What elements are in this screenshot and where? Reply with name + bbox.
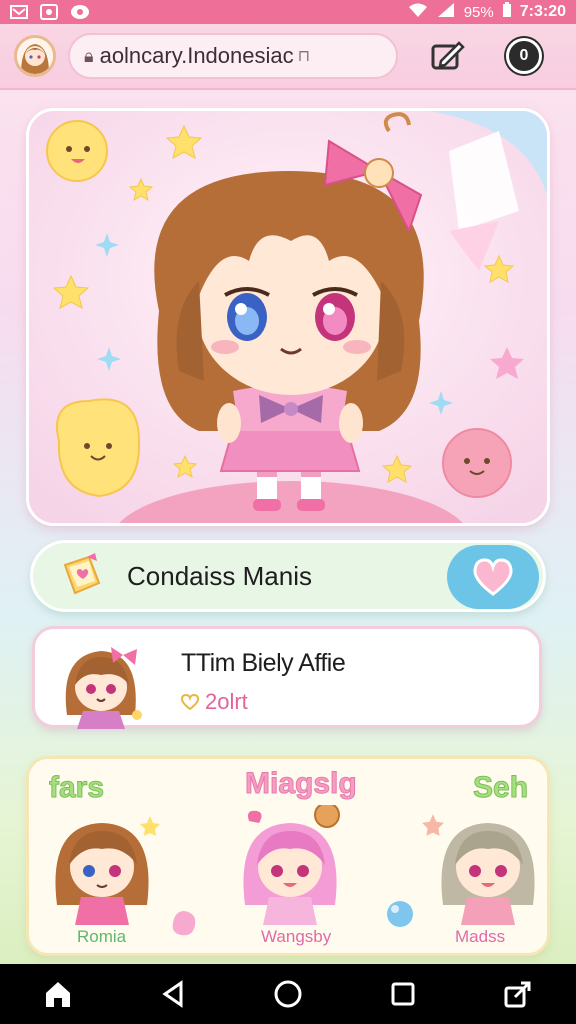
clock: 7:3:20 [519,3,566,20]
tabs-button[interactable]: 0 [504,36,544,76]
profile-thumbnail [65,647,142,729]
edit-icon [431,41,465,70]
tab-count: 0 [506,38,542,74]
characters-panel: fars Miagslg Seh Romia Wangsby Madss [26,756,550,956]
lock-icon: ⊓ [297,48,311,65]
circle-home-button[interactable] [264,970,312,1018]
book-icon [63,553,101,595]
card-title: Condaiss Manis [127,560,312,591]
home-button[interactable] [34,970,82,1018]
title-card[interactable]: Condaiss Manis [30,540,546,612]
heart-icon [181,694,199,710]
characters-heading-3: Seh [472,771,529,805]
recents-icon [391,982,415,1006]
notification-icon [10,4,30,20]
home-icon [45,982,70,1007]
battery-level: 95% [463,3,494,21]
app-icon [70,4,90,20]
browser-toolbar: 🔒︎ aolncary.Indonesiac ⊓ 0 [0,24,576,90]
url-text: aolncary.Indonesiac [99,43,294,68]
avatar[interactable] [14,35,56,77]
profile-subtitle: 2olrt [181,689,248,715]
character-pink-hair[interactable] [235,805,345,925]
bubble-icon [387,901,413,927]
bubble-icon [172,911,196,936]
gallery-icon [40,4,60,20]
profile-subtitle-text: 2olrt [205,689,248,714]
profile-name: TTim Biely Affie [181,649,346,677]
character-label-2: Wangsby [261,927,332,946]
edit-button[interactable] [428,36,468,76]
back-button[interactable] [149,970,197,1018]
wifi-icon [408,2,428,22]
character-label-1: Romia [77,927,127,946]
character-label-3: Madss [455,927,506,946]
system-nav-bar [0,964,576,1024]
share-button[interactable] [494,970,542,1018]
circle-home-icon [274,980,302,1008]
signal-icon [436,2,456,22]
url-bar[interactable]: 🔒︎ aolncary.Indonesiac ⊓ [68,33,398,79]
star-icon [140,816,160,836]
back-icon [162,980,183,1008]
character-grey-hair[interactable] [433,805,543,925]
share-icon [504,981,531,1008]
recents-button[interactable] [379,970,427,1018]
characters-heading-2: Miagslg [245,767,358,801]
lock-icon: 🔒︎ [84,45,94,66]
status-bar: 95% 7:3:20 [0,0,576,24]
favorite-button[interactable] [447,545,539,609]
profile-card[interactable]: TTim Biely Affie 2olrt [32,626,542,729]
battery-icon [502,2,512,22]
heart-icon [473,558,513,596]
star-icon [422,814,444,836]
hero-image [26,108,550,526]
characters-heading-1: fars [48,771,105,805]
